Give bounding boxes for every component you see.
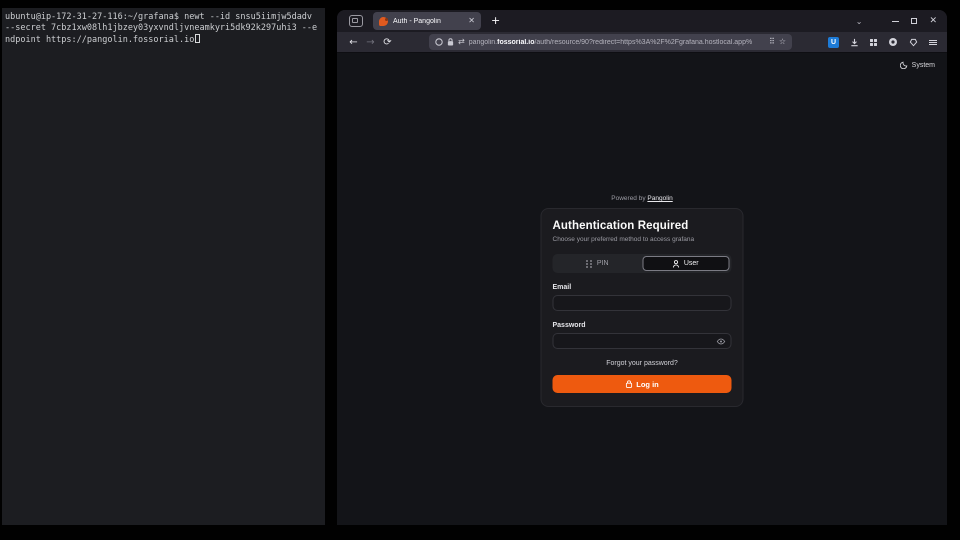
terminal-line: ubuntu@ip-172-31-27-116:~/grafana$ newt … [5, 12, 322, 23]
keypad-icon [586, 260, 593, 268]
terminal-cursor [195, 34, 200, 43]
tab-user-label: User [684, 260, 699, 267]
containers-icon[interactable]: ⠿ [769, 38, 775, 46]
password-label: Password [553, 322, 732, 329]
auth-container: Powered by Pangolin Authentication Requi… [541, 195, 744, 407]
email-label: Email [553, 284, 732, 291]
firefox-view-icon[interactable] [349, 15, 363, 27]
downloads-icon[interactable] [850, 38, 859, 47]
menu-hamburger-icon[interactable] [929, 40, 937, 45]
login-button-label: Log in [636, 380, 659, 389]
privacy-extension-icon[interactable] [888, 37, 898, 47]
lock-icon[interactable] [447, 38, 454, 46]
terminal-line: ndpoint https://pangolin.fossorial.io [5, 34, 322, 46]
auth-card: Authentication Required Choose your pref… [541, 208, 744, 407]
switch-container-icon[interactable]: ⇄ [458, 38, 465, 46]
terminal-line-text: ndpoint https://pangolin.fossorial.io [5, 35, 194, 45]
password-field-wrap [553, 333, 732, 349]
powered-by-text: Powered by [611, 195, 645, 202]
browser-nav-bar: ← → ⟳ ⇄ pangolin.fossorial.io/auth/resou… [337, 32, 947, 53]
window-minimize-button[interactable] [892, 21, 899, 22]
auth-card-title: Authentication Required [553, 220, 732, 232]
tab-title: Auth - Pangolin [393, 18, 463, 25]
tab-user[interactable]: User [642, 256, 730, 271]
forgot-password-link[interactable]: Forgot your password? [553, 360, 732, 367]
window-controls: ✕ [892, 17, 937, 26]
window-maximize-button[interactable] [911, 18, 917, 24]
tab-pin-label: PIN [597, 260, 609, 267]
show-password-eye-icon[interactable] [717, 338, 726, 345]
forward-button[interactable]: → [362, 37, 379, 48]
reload-button[interactable]: ⟳ [379, 37, 396, 48]
browser-tab-active[interactable]: Auth - Pangolin ✕ [373, 12, 481, 30]
email-field-wrap [553, 295, 732, 311]
back-button[interactable]: ← [345, 37, 362, 48]
url-bar[interactable]: ⇄ pangolin.fossorial.io/auth/resource/90… [429, 34, 792, 50]
browser-window: Auth - Pangolin ✕ + ⌄ ✕ ← → ⟳ ⇄ pangolin… [337, 10, 947, 525]
url-text[interactable]: pangolin.fossorial.io/auth/resource/90?r… [469, 39, 765, 46]
password-field[interactable] [559, 338, 717, 345]
pangolin-link[interactable]: Pangolin [647, 195, 672, 202]
login-button[interactable]: Log in [553, 375, 732, 393]
url-prefix: pangolin. [469, 39, 497, 46]
window-close-button[interactable]: ✕ [929, 17, 937, 26]
moon-icon [900, 61, 908, 69]
browser-tab-bar: Auth - Pangolin ✕ + ⌄ ✕ [337, 10, 947, 32]
url-path: /auth/resource/90?redirect=https%3A%2F%2… [534, 39, 752, 46]
tab-pin[interactable]: PIN [555, 256, 641, 271]
sidebar-extension-icon[interactable] [909, 38, 918, 47]
new-tab-button[interactable]: + [491, 16, 500, 26]
terminal-window[interactable]: ubuntu@ip-172-31-27-116:~/grafana$ newt … [2, 8, 325, 525]
user-icon [673, 260, 680, 268]
tab-list-chevron-icon[interactable]: ⌄ [856, 17, 863, 26]
email-field[interactable] [559, 300, 726, 307]
login-lock-icon [625, 380, 632, 388]
tracking-protection-shield-icon[interactable] [435, 38, 443, 46]
bookmark-star-icon[interactable]: ☆ [779, 38, 786, 46]
extensions-puzzle-icon[interactable] [870, 39, 877, 46]
auth-method-tabs: PIN User [553, 254, 732, 273]
pangolin-favicon-icon [379, 17, 388, 26]
theme-toggle-label: System [912, 62, 935, 69]
powered-by: Powered by Pangolin [541, 195, 744, 202]
terminal-line: --secret 7cbz1xw08lh1jbzey03yxvndljvneam… [5, 23, 322, 34]
page-content: System Powered by Pangolin Authenticatio… [337, 53, 947, 525]
toolbar-extensions-area: U [828, 37, 937, 48]
theme-toggle[interactable]: System [900, 61, 935, 69]
tab-close-icon[interactable]: ✕ [468, 17, 475, 25]
auth-card-subtitle: Choose your preferred method to access g… [553, 236, 732, 243]
ublock-extension-icon[interactable]: U [828, 37, 839, 48]
url-domain: fossorial.io [497, 39, 534, 46]
